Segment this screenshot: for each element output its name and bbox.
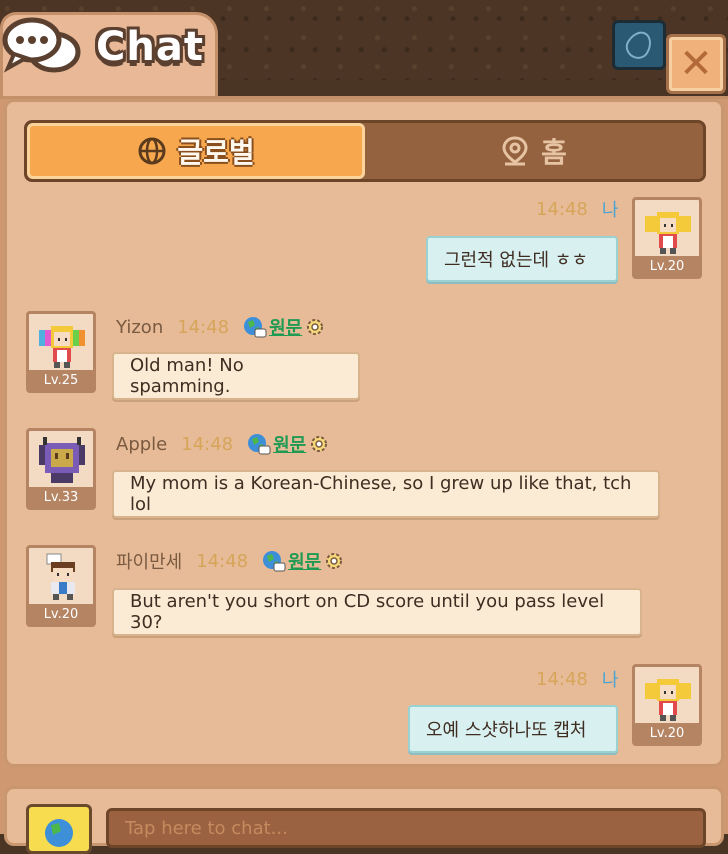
avatar-blonde-girl-icon bbox=[645, 212, 691, 254]
settings-gear-icon[interactable] bbox=[308, 433, 330, 455]
close-button[interactable]: ✕ bbox=[666, 34, 726, 94]
level-badge: Lv.20 bbox=[635, 256, 699, 276]
level-badge: Lv.25 bbox=[29, 370, 93, 390]
message-meta: Yizon 14:48 원문 bbox=[116, 314, 326, 340]
view-original-link[interactable]: 원문 bbox=[273, 431, 306, 457]
message-meta: 14:48 나 bbox=[536, 666, 618, 692]
location-pin-icon bbox=[502, 136, 528, 166]
chat-input[interactable] bbox=[106, 808, 706, 848]
message-sender[interactable]: Yizon bbox=[116, 317, 163, 338]
translate-globe-icon bbox=[263, 551, 286, 572]
avatar[interactable]: Lv.20 bbox=[632, 664, 702, 746]
message-bubble[interactable]: Old man! No spamming. bbox=[112, 352, 360, 400]
level-badge: Lv.33 bbox=[29, 487, 93, 507]
message-time: 14:48 bbox=[196, 550, 249, 572]
translate-globe-icon bbox=[244, 317, 267, 338]
message-bubble[interactable]: My mom is a Korean-Chinese, so I grew up… bbox=[112, 470, 660, 518]
message-time: 14:48 bbox=[536, 198, 588, 220]
level-badge: Lv.20 bbox=[29, 604, 93, 624]
message-sender: 나 bbox=[601, 670, 619, 691]
message-sender[interactable]: Apple bbox=[116, 434, 167, 455]
avatar-rainbow-girl-icon bbox=[39, 326, 85, 368]
avatar[interactable]: Lv.25 bbox=[26, 311, 96, 393]
message-sender[interactable]: 파이만세 bbox=[116, 548, 182, 574]
message-bubble[interactable]: But aren't you short on CD score until y… bbox=[112, 588, 642, 636]
my-message-bubble[interactable]: 그런적 없는데 ㅎㅎ bbox=[426, 236, 618, 282]
avatar[interactable]: Lv.20 bbox=[26, 545, 96, 627]
tab-global-label: 글로벌 bbox=[177, 136, 255, 169]
avatar-chef-boy-icon bbox=[46, 553, 75, 600]
channel-tabs: 글로벌 홈 bbox=[24, 120, 706, 182]
chat-bubbles-icon bbox=[2, 17, 81, 73]
tab-home[interactable]: 홈 bbox=[365, 123, 703, 179]
tab-home-label: 홈 bbox=[541, 136, 567, 169]
view-original-link[interactable]: 원문 bbox=[269, 314, 302, 340]
translate-globe-icon bbox=[248, 434, 271, 455]
message-sender: 나 bbox=[601, 200, 619, 221]
avatar[interactable]: Lv.33 bbox=[26, 428, 96, 510]
page-title: Chat bbox=[96, 24, 204, 70]
message-time: 14:48 bbox=[181, 433, 234, 455]
avatar-robot-icon bbox=[39, 437, 85, 483]
globe-icon bbox=[138, 137, 166, 165]
emoji-button[interactable] bbox=[26, 804, 92, 854]
settings-gear-icon[interactable] bbox=[304, 316, 326, 338]
view-original-link[interactable]: 원문 bbox=[288, 548, 321, 574]
message-meta: 파이만세 14:48 원문 bbox=[116, 548, 345, 574]
settings-gear-icon[interactable] bbox=[323, 550, 345, 572]
avatar-blonde-girl-icon bbox=[645, 679, 691, 721]
avatar[interactable]: Lv.20 bbox=[632, 197, 702, 279]
level-badge: Lv.20 bbox=[635, 723, 699, 743]
message-meta: 14:48 나 bbox=[536, 196, 618, 222]
leaf-item-icon[interactable] bbox=[612, 20, 666, 70]
message-meta: Apple 14:48 원문 bbox=[116, 431, 330, 457]
message-time: 14:48 bbox=[177, 316, 230, 338]
globe-emoji-icon bbox=[45, 819, 73, 847]
my-message-bubble[interactable]: 오예 스샷하나또 캡처 bbox=[408, 705, 618, 753]
tab-global[interactable]: 글로벌 bbox=[27, 123, 365, 179]
message-time: 14:48 bbox=[536, 668, 588, 690]
